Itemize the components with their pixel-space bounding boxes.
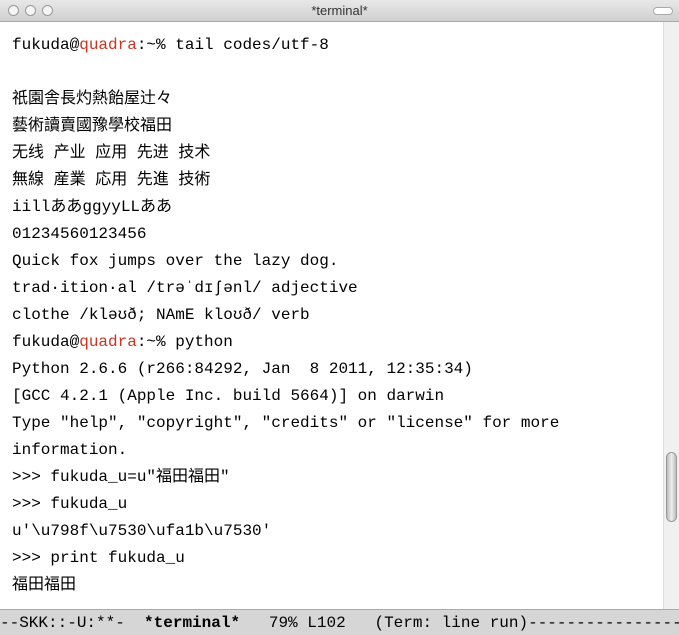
modeline-dashes: ----------------- [528, 614, 679, 632]
zoom-icon[interactable] [42, 5, 53, 16]
output-line: Type "help", "copyright", "credits" or "… [12, 414, 559, 432]
window-titlebar: *terminal* [0, 0, 679, 22]
scrollbar-track[interactable] [663, 22, 679, 609]
output-line: trad·ition·al /trəˈdɪʃənl/ adjective [12, 279, 358, 297]
output-line: Quick fox jumps over the lazy dog. [12, 252, 338, 270]
scrollbar-thumb[interactable] [666, 452, 677, 522]
output-line: 藝術讀賣國豫學校福田 [12, 117, 172, 135]
output-line: 无线 产业 应用 先进 技术 [12, 144, 210, 162]
prompt-suffix: :~% [137, 333, 175, 351]
output-line: 祇園舎長灼熱飴屋辻々 [12, 90, 172, 108]
output-line: Python 2.6.6 (r266:84292, Jan 8 2011, 12… [12, 360, 473, 378]
prompt-user: fukuda@ [12, 333, 79, 351]
modeline-buffer: *terminal* [144, 614, 240, 632]
output-line: u'\u798f\u7530\ufa1b\u7530' [12, 522, 271, 540]
output-line: clothe /kləʊð; NAmE kloʊð/ verb [12, 306, 310, 324]
output-line: information. [12, 441, 127, 459]
terminal-output[interactable]: fukuda@quadra:~% tail codes/utf-8 祇園舎長灼熱… [0, 22, 663, 609]
prompt-suffix: :~% [137, 36, 175, 54]
command-text: python [175, 333, 233, 351]
emacs-modeline: --SKK::-U:**- *terminal* 79% L102 (Term:… [0, 609, 679, 635]
prompt-host: quadra [79, 36, 137, 54]
output-line: [GCC 4.2.1 (Apple Inc. build 5664)] on d… [12, 387, 444, 405]
command-text: tail codes/utf-8 [175, 36, 329, 54]
python-prompt: >>> fukuda_u=u"福田福田" [12, 468, 230, 486]
modeline-position: 79% L102 (Term: line run) [240, 614, 528, 632]
output-line: 無線 産業 応用 先進 技術 [12, 171, 210, 189]
prompt-user: fukuda@ [12, 36, 79, 54]
prompt-host: quadra [79, 333, 137, 351]
output-line: 01234560123456 [12, 225, 146, 243]
modeline-status: --SKK::-U:**- [0, 614, 144, 632]
window-title: *terminal* [0, 3, 679, 18]
minimize-icon[interactable] [25, 5, 36, 16]
output-line: iillああggyyLLああ [12, 198, 172, 216]
traffic-lights [8, 5, 53, 16]
close-icon[interactable] [8, 5, 19, 16]
output-line: 福田福田 [12, 576, 76, 594]
python-prompt: >>> fukuda_u [12, 495, 127, 513]
toolbar-pill-icon[interactable] [653, 7, 673, 15]
python-prompt: >>> print fukuda_u [12, 549, 185, 567]
